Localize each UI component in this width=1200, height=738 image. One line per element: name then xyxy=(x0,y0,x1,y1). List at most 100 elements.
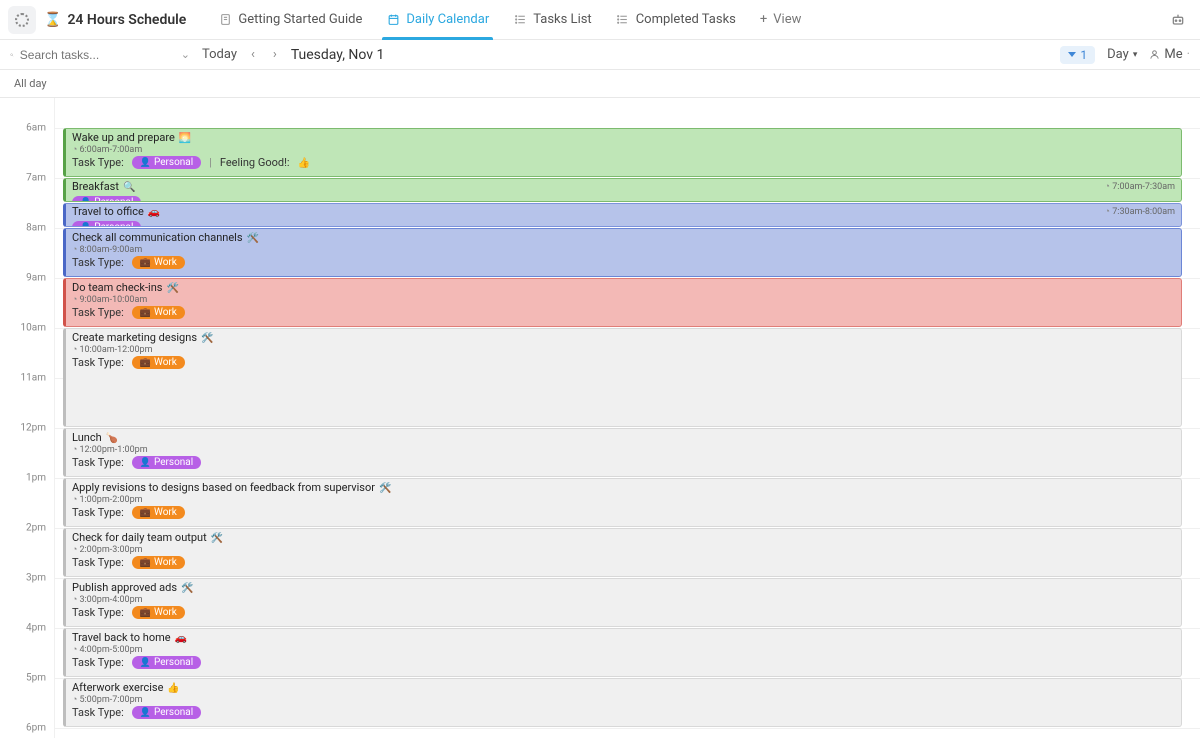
event-time: 5:00pm-7:00pm xyxy=(72,694,1175,705)
briefcase-icon xyxy=(140,507,151,518)
task-type-label: Task Type: xyxy=(72,656,124,669)
event-time: 9:00am-10:00am xyxy=(72,294,1175,305)
calendar-event[interactable]: Lunch12:00pm-1:00pmTask Type:Personal xyxy=(63,428,1182,477)
list-icon xyxy=(513,13,527,27)
app-menu-button[interactable] xyxy=(8,6,36,34)
chevron-down-icon: ▾ xyxy=(1133,50,1138,60)
clock-icon xyxy=(72,544,77,555)
calendar-event[interactable]: Wake up and prepare6:00am-7:00amTask Typ… xyxy=(63,128,1182,177)
thumb-icon xyxy=(167,681,179,694)
calendar-event[interactable]: Check for daily team output2:00pm-3:00pm… xyxy=(63,528,1182,577)
personal-pill: Personal xyxy=(132,456,201,469)
today-button[interactable]: Today xyxy=(202,47,237,62)
calendar-event[interactable]: Breakfast 7:00am-7:30amPersonal xyxy=(63,178,1182,202)
task-type-label: Task Type: xyxy=(72,506,124,519)
event-meta: Task Type:Work xyxy=(72,356,1175,369)
workspace-title-text: 24 Hours Schedule xyxy=(67,12,186,28)
view-mode-select[interactable]: Day ▾ xyxy=(1107,47,1137,62)
tab-label: Completed Tasks xyxy=(636,12,736,27)
event-title-text: Afterwork exercise xyxy=(72,681,163,694)
sun-icon xyxy=(179,131,191,144)
event-title: Wake up and prepare xyxy=(72,131,1175,144)
allday-lane[interactable] xyxy=(55,70,1200,98)
event-title: Breakfast xyxy=(72,180,1175,193)
current-date: Tuesday, Nov 1 xyxy=(291,47,385,63)
tab-getting-started[interactable]: Getting Started Guide xyxy=(208,0,372,40)
robot-icon xyxy=(1170,12,1186,28)
chevron-down-icon[interactable]: ⌄ xyxy=(181,48,190,61)
calendar-event[interactable]: Afterwork exercise5:00pm-7:00pmTask Type… xyxy=(63,678,1182,727)
event-title: Check all communication channels xyxy=(72,231,1175,244)
calendar-event[interactable]: Do team check-ins9:00am-10:00amTask Type… xyxy=(63,278,1182,327)
calendar-event[interactable]: Create marketing designs10:00am-12:00pmT… xyxy=(63,328,1182,427)
calendar-event[interactable]: Travel back to home4:00pm-5:00pmTask Typ… xyxy=(63,628,1182,677)
ham-icon xyxy=(247,231,259,244)
add-view-button[interactable]: + View xyxy=(750,12,812,27)
clock-icon xyxy=(72,244,77,255)
task-type-label: Task Type: xyxy=(72,556,124,569)
hour-label: 10am xyxy=(21,323,46,334)
next-day-button[interactable]: › xyxy=(269,45,281,64)
search-wrap[interactable]: ⌄ xyxy=(10,48,190,62)
briefcase-icon xyxy=(140,607,151,618)
clock-icon xyxy=(72,594,77,605)
hour-label: 11am xyxy=(21,373,46,384)
person-icon xyxy=(80,222,91,227)
tab-label: Getting Started Guide xyxy=(238,12,362,27)
person-icon xyxy=(140,157,151,168)
events-column[interactable]: Wake up and prepare6:00am-7:00amTask Typ… xyxy=(55,98,1200,738)
event-meta: Task Type:Personal|Feeling Good!: xyxy=(72,156,1175,169)
dots-icon: · xyxy=(1187,47,1190,62)
feeling-good-label: Feeling Good!: xyxy=(220,156,290,169)
car-icon xyxy=(175,631,187,644)
event-title-text: Travel back to home xyxy=(72,631,171,644)
automation-button[interactable] xyxy=(1164,6,1192,34)
hour-label: 12pm xyxy=(20,423,46,434)
filter-chip[interactable]: 1 xyxy=(1060,46,1095,64)
personal-pill: Personal xyxy=(72,196,141,202)
topbar: 24 Hours Schedule Getting Started Guide … xyxy=(0,0,1200,40)
workspace-title[interactable]: 24 Hours Schedule xyxy=(44,12,186,28)
prev-day-button[interactable]: ‹ xyxy=(247,45,259,64)
date-nav: Today ‹ › Tuesday, Nov 1 xyxy=(202,45,384,64)
event-title-text: Check for daily team output xyxy=(72,531,207,544)
event-time: 7:30am-8:00am xyxy=(1105,206,1175,217)
clock-icon xyxy=(72,644,77,655)
ham-icon xyxy=(211,531,223,544)
calendar-event[interactable]: Publish approved ads3:00pm-4:00pmTask Ty… xyxy=(63,578,1182,627)
car-icon xyxy=(148,205,160,218)
calendar-body: 6am7am8am9am10am11am12pm1pm2pm3pm4pm5pm6… xyxy=(0,98,1200,738)
ham-icon xyxy=(379,481,391,494)
event-time: 10:00am-12:00pm xyxy=(72,344,1175,355)
calendar-event[interactable]: Apply revisions to designs based on feed… xyxy=(63,478,1182,527)
event-title: Publish approved ads xyxy=(72,581,1175,594)
search-input[interactable] xyxy=(20,48,175,62)
filter-icon xyxy=(1068,52,1076,57)
doc-icon xyxy=(218,13,232,27)
event-title-text: Travel to office xyxy=(72,205,144,218)
thumb-icon xyxy=(298,156,310,169)
tab-tasks-list[interactable]: Tasks List xyxy=(503,0,601,40)
event-title-text: Apply revisions to designs based on feed… xyxy=(72,481,375,494)
hour-label: 6am xyxy=(26,123,46,134)
event-title: Check for daily team output xyxy=(72,531,1175,544)
hour-label: 2pm xyxy=(26,523,46,534)
person-icon xyxy=(140,707,151,718)
assignee-select[interactable]: Me · xyxy=(1149,47,1190,62)
tab-completed-tasks[interactable]: Completed Tasks xyxy=(606,0,746,40)
event-time: 8:00am-9:00am xyxy=(72,244,1175,255)
clock-icon xyxy=(72,294,77,305)
calendar-event[interactable]: Check all communication channels8:00am-9… xyxy=(63,228,1182,277)
hour-label: 1pm xyxy=(26,473,46,484)
event-title: Do team check-ins xyxy=(72,281,1175,294)
calendar-event[interactable]: Travel to office 7:30am-8:00amPersonal xyxy=(63,203,1182,227)
tab-daily-calendar[interactable]: Daily Calendar xyxy=(376,0,499,40)
event-meta: Task Type:Work xyxy=(72,306,1175,319)
event-title-text: Create marketing designs xyxy=(72,331,197,344)
personal-pill: Personal xyxy=(132,656,201,669)
event-meta: Task Type:Personal xyxy=(72,706,1175,719)
event-title: Travel to office xyxy=(72,205,1175,218)
clock-icon xyxy=(72,144,77,155)
list-icon xyxy=(616,13,630,27)
event-title-text: Wake up and prepare xyxy=(72,131,175,144)
